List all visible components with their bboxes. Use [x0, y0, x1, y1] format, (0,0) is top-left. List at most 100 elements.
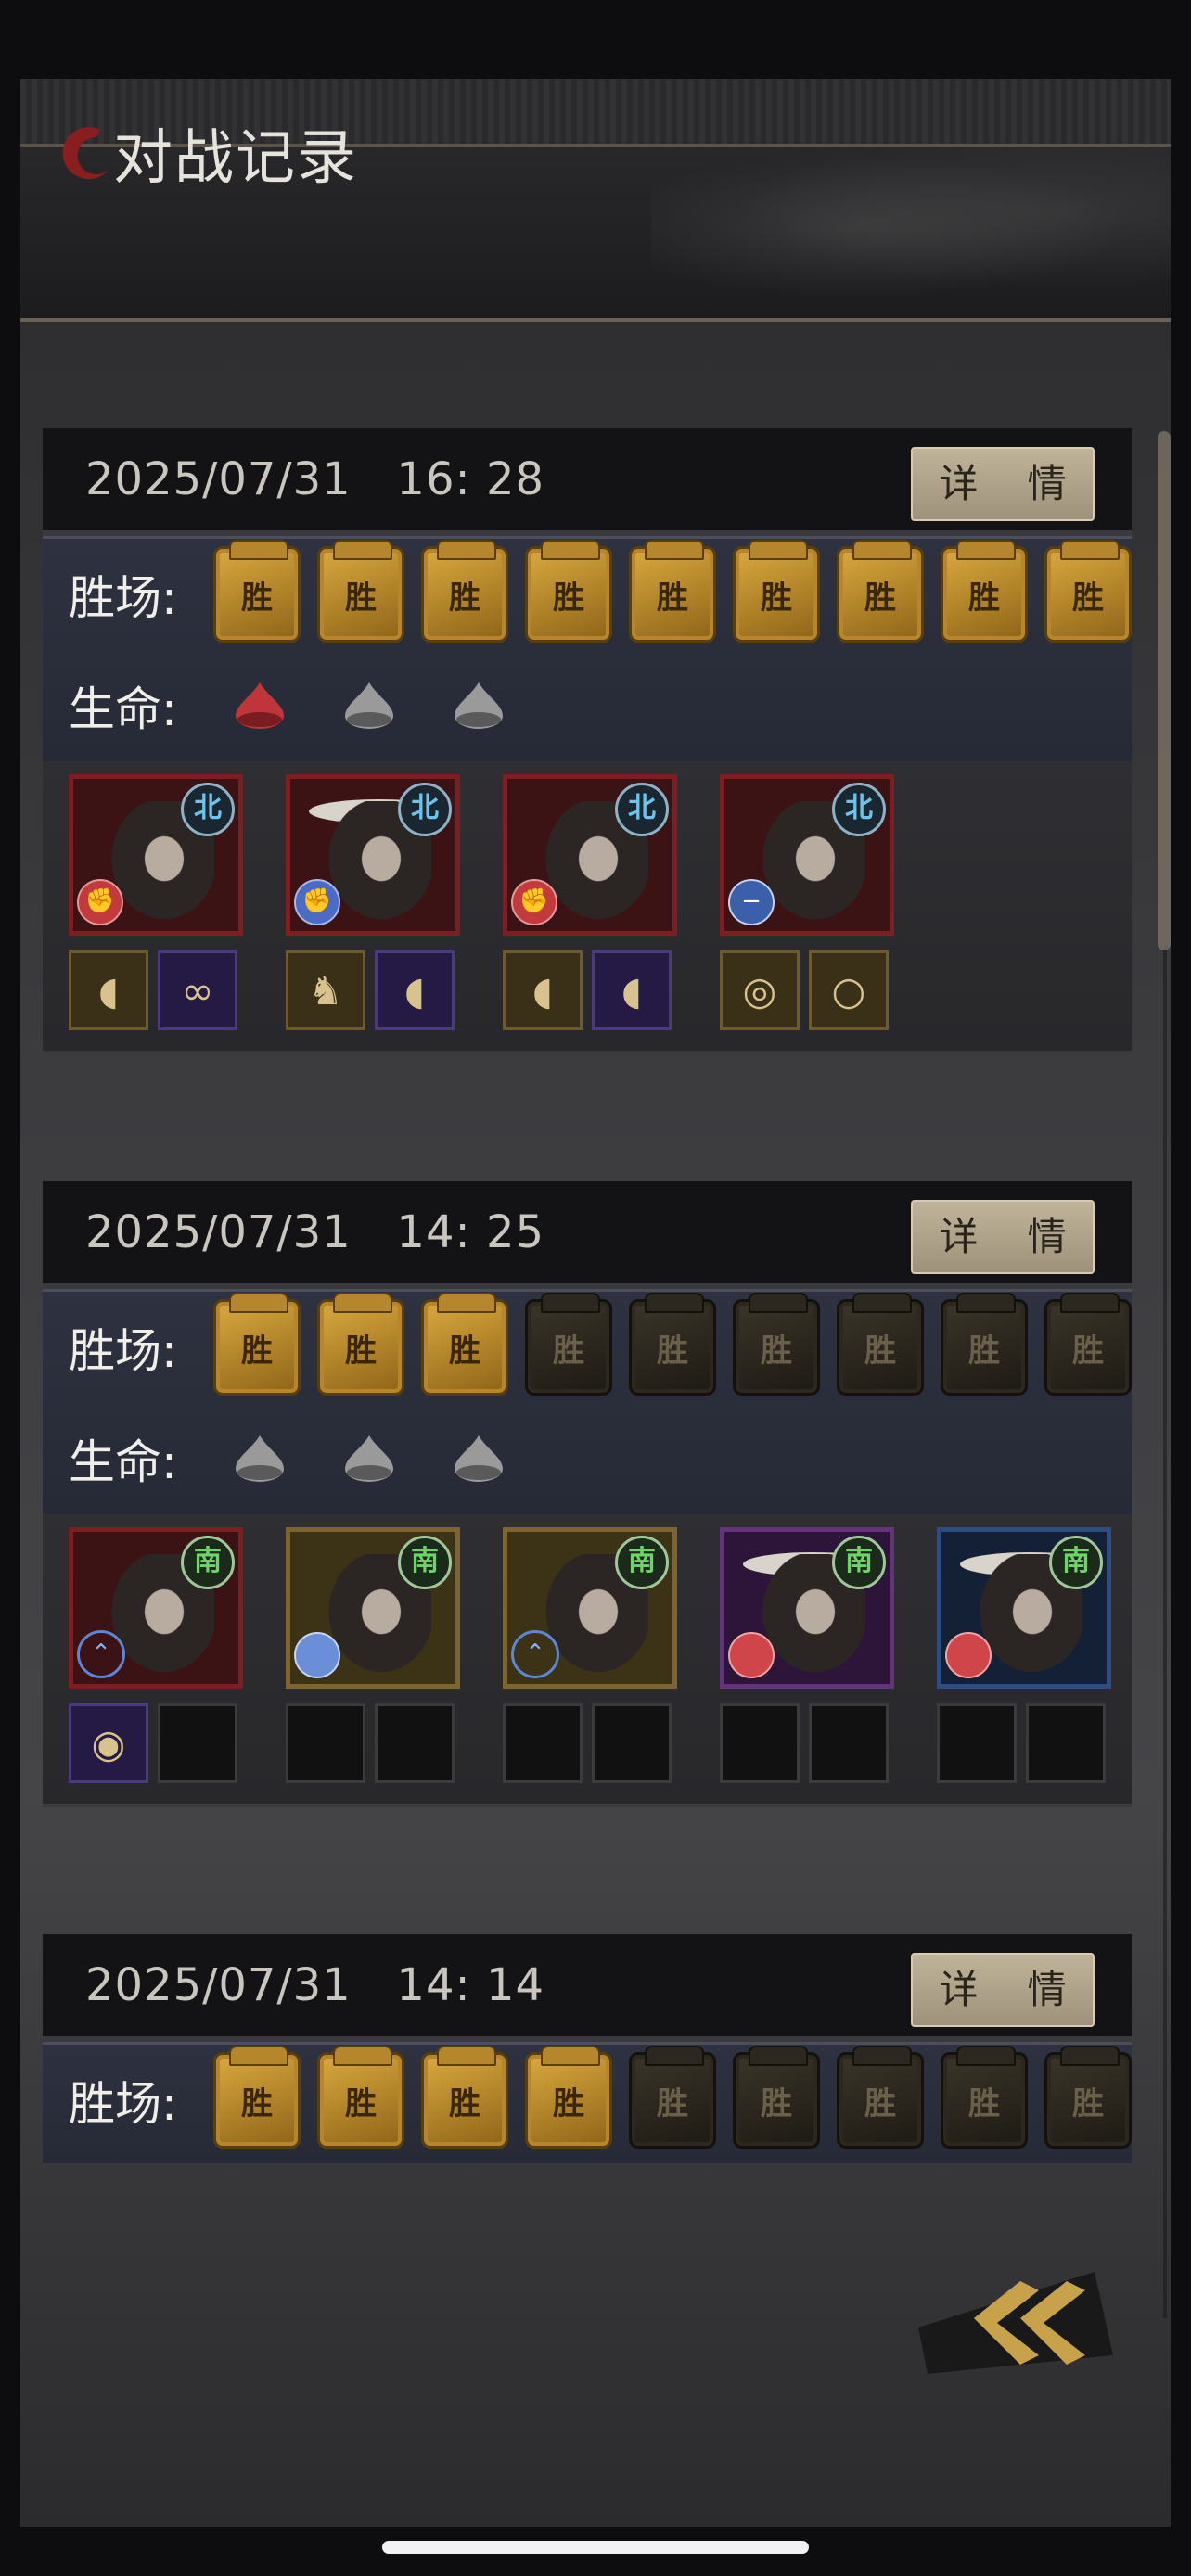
win-token-icon: 胜	[213, 540, 301, 643]
record-stats: 胜场: 胜 胜 胜 胜 胜 胜 胜 胜 胜 生命:	[43, 1289, 1132, 1514]
win-token-icon: 胜	[733, 2046, 820, 2149]
shield-icon	[728, 1632, 775, 1678]
hero-card[interactable]: 南	[937, 1527, 1111, 1789]
hero-card[interactable]: 南	[720, 1527, 894, 1789]
record-header: 2025/07/31 14: 14 详 情	[43, 1934, 1132, 2042]
empty-item-slot[interactable]	[375, 1703, 455, 1783]
empty-item-slot[interactable]	[158, 1703, 237, 1783]
win-token-icon: 胜	[1044, 2046, 1132, 2149]
camp-badge: 南	[181, 1536, 235, 1589]
wins-label: 胜场:	[69, 571, 177, 625]
camp-badge: 南	[832, 1536, 886, 1589]
win-tokens: 胜 胜 胜 胜 胜 胜 胜 胜 胜	[213, 540, 1132, 643]
life-drop-icon	[455, 1435, 503, 1482]
shield-icon	[945, 1632, 992, 1678]
detail-button[interactable]: 详 情	[911, 1953, 1095, 2027]
detail-button[interactable]: 详 情	[911, 447, 1095, 521]
hero-card[interactable]: 北 ✊ ♞ ◖	[286, 774, 460, 1036]
coin-necklace-item-icon[interactable]: ◎	[720, 950, 800, 1030]
gauntlet-item-icon[interactable]: ◖	[69, 950, 148, 1030]
lives-row: 生命:	[43, 650, 1132, 761]
wins-label: 胜场:	[69, 1324, 177, 1378]
shield-icon: −	[728, 879, 775, 925]
gauntlet-item-icon[interactable]: ◖	[503, 950, 583, 1030]
hero-card[interactable]: 北 − ◎ ○	[720, 774, 894, 1036]
hero-portrait: 南	[720, 1527, 894, 1689]
rank-up-icon: ⌃	[511, 1630, 559, 1678]
swirl-icon	[62, 127, 109, 180]
record-datetime: 2025/07/31 14: 25	[85, 1206, 545, 1258]
hero-lineup: 南 ⌃ ◉ 南 南 ⌃ 南 南	[43, 1514, 1132, 1807]
win-token-icon: 胜	[941, 1293, 1028, 1396]
gauntlet-item-icon[interactable]: ◖	[592, 950, 672, 1030]
fist-icon: ✊	[511, 879, 557, 925]
win-token-icon: 胜	[1044, 1293, 1132, 1396]
detail-button[interactable]: 详 情	[911, 1200, 1095, 1274]
camp-badge: 南	[1049, 1536, 1103, 1589]
life-icons	[230, 681, 508, 731]
battle-record: 2025/07/31 14: 25 详 情 胜场: 胜 胜 胜 胜 胜 胜 胜 …	[43, 1181, 1132, 1807]
ring-item-icon[interactable]: ○	[809, 950, 889, 1030]
camp-badge: 北	[181, 783, 235, 836]
win-token-icon: 胜	[629, 2046, 716, 2149]
hero-card[interactable]: 北 ✊ ◖ ∞	[69, 774, 243, 1036]
win-token-icon: 胜	[213, 1293, 301, 1396]
record-stats: 胜场: 胜 胜 胜 胜 胜 胜 胜 胜 胜	[43, 2042, 1132, 2163]
win-token-icon: 胜	[629, 540, 716, 643]
life-drop-icon	[345, 1435, 393, 1482]
win-token-icon: 胜	[837, 540, 924, 643]
camp-badge: 北	[615, 783, 669, 836]
empty-item-slot[interactable]	[503, 1703, 583, 1783]
hero-portrait: 北 ✊	[69, 774, 243, 936]
rank-up-icon: ⌃	[77, 1630, 125, 1678]
cloud-ornament	[651, 144, 1171, 311]
win-token-icon: 胜	[941, 2046, 1028, 2149]
hero-portrait: 北 ✊	[286, 774, 460, 936]
hero-portrait: 北 −	[720, 774, 894, 936]
scroll-track	[1163, 946, 1167, 2318]
win-token-icon: 胜	[525, 1293, 612, 1396]
shell-item-icon[interactable]: ◉	[69, 1703, 148, 1783]
empty-item-slot[interactable]	[937, 1703, 1017, 1783]
hero-card[interactable]: 南	[286, 1527, 460, 1789]
win-token-icon: 胜	[213, 2046, 301, 2149]
lives-label: 生命:	[69, 682, 177, 736]
gauntlet-item-icon[interactable]: ◖	[375, 950, 455, 1030]
win-tokens: 胜 胜 胜 胜 胜 胜 胜 胜 胜	[213, 2046, 1132, 2149]
empty-item-slot[interactable]	[809, 1703, 889, 1783]
win-token-icon: 胜	[317, 2046, 404, 2149]
empty-item-slot[interactable]	[720, 1703, 800, 1783]
empty-item-slot[interactable]	[286, 1703, 365, 1783]
scrollbar-thumb[interactable]	[1158, 431, 1171, 950]
win-token-icon: 胜	[317, 540, 404, 643]
win-token-icon: 胜	[733, 540, 820, 643]
win-token-icon: 胜	[1044, 540, 1132, 643]
hero-card[interactable]: 南 ⌃ ◉	[69, 1527, 243, 1789]
camp-badge: 南	[398, 1536, 452, 1589]
hero-portrait: 南 ⌃	[503, 1527, 677, 1689]
record-header: 2025/07/31 14: 25 详 情	[43, 1181, 1132, 1289]
camp-badge: 北	[398, 783, 452, 836]
win-token-icon: 胜	[525, 2046, 612, 2149]
empty-item-slot[interactable]	[592, 1703, 672, 1783]
win-token-icon: 胜	[421, 540, 508, 643]
record-stats: 胜场: 胜 胜 胜 胜 胜 胜 胜 胜 胜 生命:	[43, 536, 1132, 761]
back-arrow-icon[interactable]	[890, 2235, 1122, 2392]
wins-row: 胜场: 胜 胜 胜 胜 胜 胜 胜 胜 胜	[43, 1292, 1132, 1403]
life-drop-icon	[455, 682, 503, 729]
title-group: 对战记录	[54, 111, 358, 195]
hero-portrait: 南 ⌃	[69, 1527, 243, 1689]
page-title: 对战记录	[113, 124, 358, 193]
lives-label: 生命:	[69, 1435, 177, 1489]
record-datetime: 2025/07/31 16: 28	[85, 453, 545, 505]
home-indicator[interactable]	[382, 2541, 809, 2554]
win-token-icon: 胜	[733, 1293, 820, 1396]
hero-card[interactable]: 北 ✊ ◖ ◖	[503, 774, 677, 1036]
hero-portrait: 北 ✊	[503, 774, 677, 936]
record-datetime: 2025/07/31 14: 14	[85, 1959, 545, 2011]
empty-item-slot[interactable]	[1026, 1703, 1106, 1783]
bracelet-item-icon[interactable]: ∞	[158, 950, 237, 1030]
hero-portrait: 南	[937, 1527, 1111, 1689]
alpaca-item-icon[interactable]: ♞	[286, 950, 365, 1030]
hero-card[interactable]: 南 ⌃	[503, 1527, 677, 1789]
